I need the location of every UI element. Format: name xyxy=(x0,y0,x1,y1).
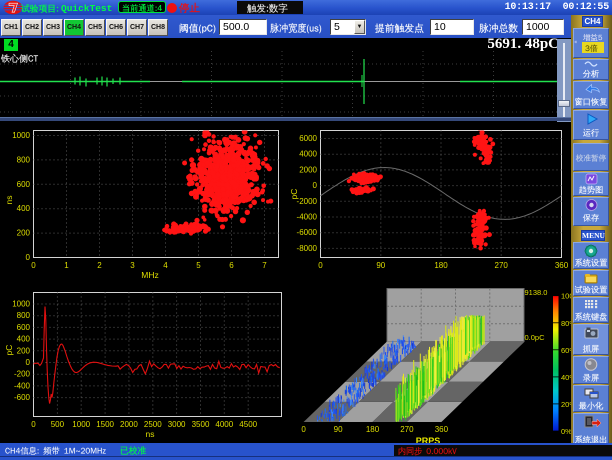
svg-text:200: 200 xyxy=(17,346,31,355)
svg-text:2000: 2000 xyxy=(120,420,138,429)
svg-text:3: 3 xyxy=(130,261,135,270)
svg-text:1000: 1000 xyxy=(12,131,30,140)
svg-text:400: 400 xyxy=(17,204,31,213)
svg-text:270: 270 xyxy=(495,261,509,270)
svg-text:0: 0 xyxy=(313,181,318,190)
svg-text:1: 1 xyxy=(64,261,69,270)
svg-text:90: 90 xyxy=(334,425,343,434)
svg-text:9138.0: 9138.0 xyxy=(525,288,548,297)
svg-text:90: 90 xyxy=(376,261,385,270)
svg-text:1000: 1000 xyxy=(12,299,30,308)
svg-text:6: 6 xyxy=(229,261,234,270)
svg-text:600: 600 xyxy=(17,179,31,188)
svg-text:4500: 4500 xyxy=(239,420,257,429)
svg-text:4000: 4000 xyxy=(215,420,233,429)
svg-text:2500: 2500 xyxy=(144,420,162,429)
svg-text:7: 7 xyxy=(262,261,267,270)
svg-text:360: 360 xyxy=(555,261,569,270)
svg-text:200: 200 xyxy=(17,228,31,237)
svg-text:-2000: -2000 xyxy=(297,196,318,205)
svg-text:5: 5 xyxy=(196,261,201,270)
svg-text:2000: 2000 xyxy=(299,165,317,174)
svg-text:MHz: MHz xyxy=(141,270,158,280)
svg-text:0: 0 xyxy=(31,261,36,270)
svg-text:-600: -600 xyxy=(14,393,31,402)
svg-text:0: 0 xyxy=(31,420,36,429)
svg-text:270: 270 xyxy=(400,425,414,434)
svg-text:-4000: -4000 xyxy=(297,212,318,221)
svg-text:3000: 3000 xyxy=(168,420,186,429)
svg-text:-6000: -6000 xyxy=(297,228,318,237)
svg-text:360: 360 xyxy=(435,425,449,434)
svg-text:0: 0 xyxy=(318,261,323,270)
svg-text:0.0pC: 0.0pC xyxy=(525,333,546,342)
svg-text:1000: 1000 xyxy=(72,420,90,429)
svg-text:6000: 6000 xyxy=(299,134,317,143)
svg-text:180: 180 xyxy=(366,425,380,434)
svg-text:2: 2 xyxy=(97,261,102,270)
svg-text:800: 800 xyxy=(17,311,31,320)
svg-text:ns: ns xyxy=(4,195,14,204)
svg-text:pC: pC xyxy=(290,188,299,199)
svg-text:800: 800 xyxy=(17,155,31,164)
svg-text:-8000: -8000 xyxy=(297,243,318,252)
svg-text:4: 4 xyxy=(163,261,168,270)
svg-text:pC: pC xyxy=(4,344,14,355)
svg-text:1500: 1500 xyxy=(96,420,114,429)
svg-text:ns: ns xyxy=(146,429,155,439)
svg-text:-400: -400 xyxy=(14,381,31,390)
svg-text:600: 600 xyxy=(17,322,31,331)
svg-text:0: 0 xyxy=(26,253,31,262)
svg-text:180: 180 xyxy=(434,261,448,270)
svg-text:400: 400 xyxy=(17,334,31,343)
svg-text:500: 500 xyxy=(51,420,65,429)
svg-text:4000: 4000 xyxy=(299,149,317,158)
svg-text:-200: -200 xyxy=(14,369,31,378)
svg-text:0: 0 xyxy=(26,358,31,367)
svg-text:0: 0 xyxy=(301,425,306,434)
svg-text:3500: 3500 xyxy=(192,420,210,429)
